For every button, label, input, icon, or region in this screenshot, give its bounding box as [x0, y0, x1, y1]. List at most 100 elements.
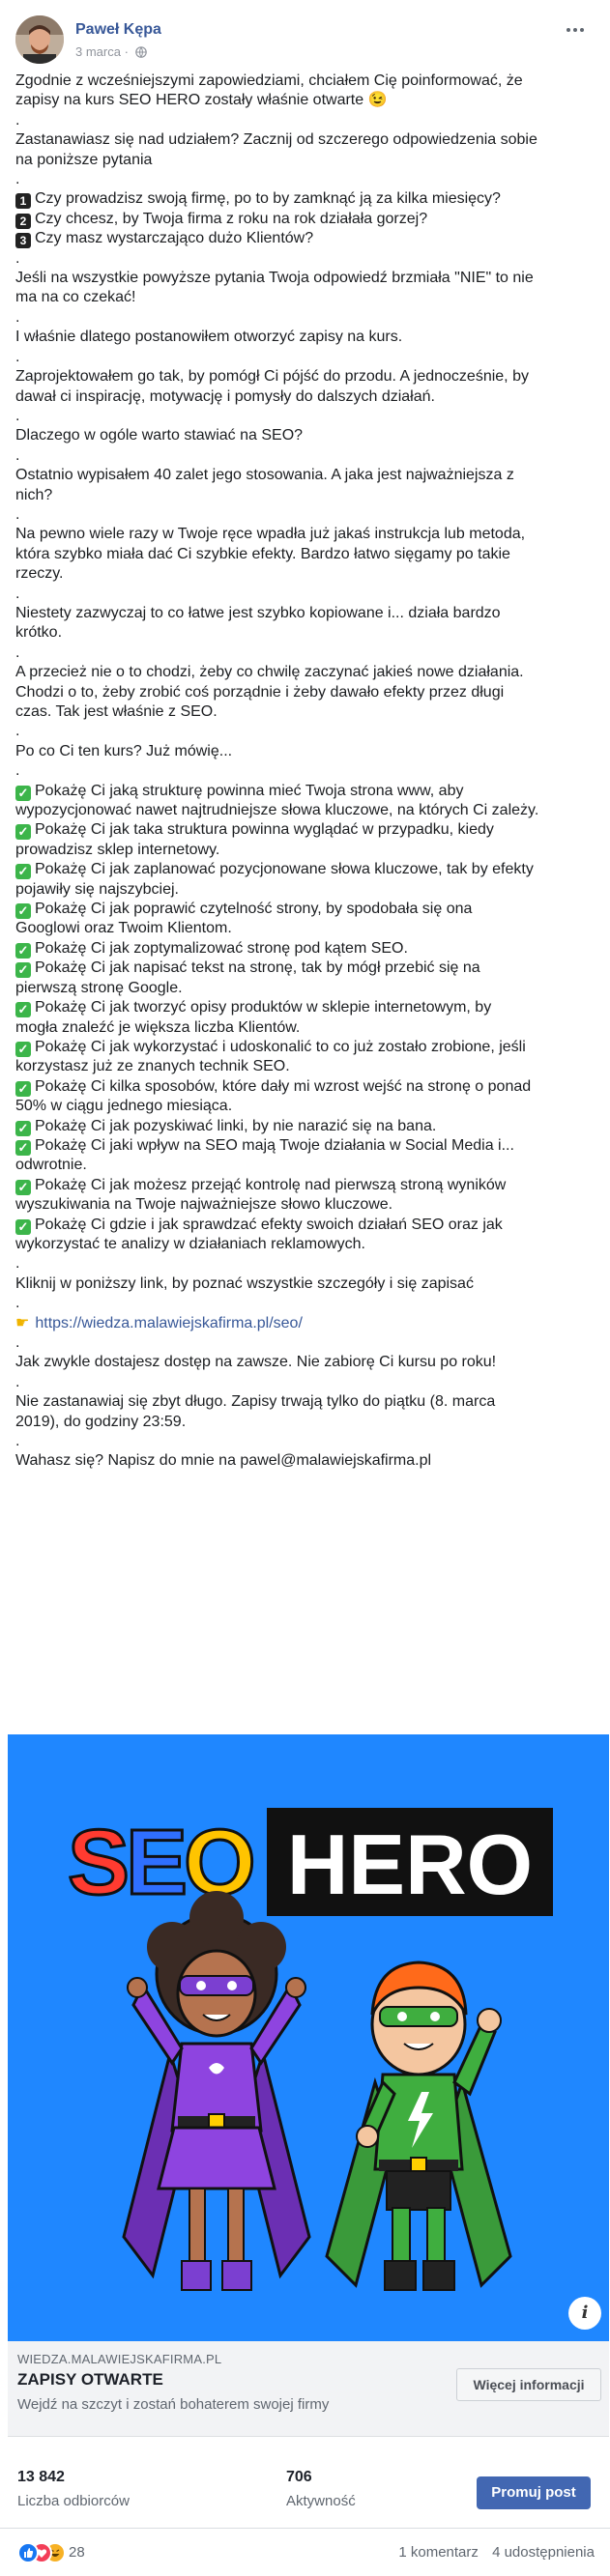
text-line: Po co Ci ten kurs? Już mówię... [15, 742, 595, 761]
checklist-item: ✓ Pokażę Ci jak tworzyć opisy produktów w… [15, 998, 595, 1018]
text-line: zapisy na kurs SEO HERO zostały właśnie … [15, 91, 595, 110]
line-text: Nie zastanawiaj się zbyt długo. Zapisy t… [15, 1393, 496, 1411]
text-line: 2019), do godziny 23:59. [15, 1413, 595, 1432]
text-line: Kliknij w poniższy link, by poznać wszys… [15, 1274, 595, 1294]
link-preview[interactable]: WIEDZA.MALAWIEJSKAFIRMA.PL ZAPISY OTWART… [8, 2341, 609, 2437]
checklist-item: ✓ Pokażę Ci jak taka struktura powinna wy… [15, 820, 595, 841]
line-text: prowadzisz sklep internetowy. [15, 841, 220, 858]
text-line: wyszukiwania na Twoje najważniejsze słow… [15, 1195, 595, 1215]
reach-value[interactable]: 13 842 [17, 2469, 65, 2486]
line-text: wykorzystać te analizy w działaniach rek… [15, 1235, 365, 1252]
comments-count[interactable]: 1 komentarz [398, 2544, 479, 2561]
check-icon: ✓ [15, 903, 31, 920]
line-text: Dlaczego w ogóle warto stawiać na SEO? [15, 427, 304, 444]
checklist-item: ✓ Pokażę Ci jaki wpływ na SEO mają Twoje … [15, 1136, 595, 1156]
engagement-value[interactable]: 706 [286, 2469, 312, 2486]
post-meta: 3 marca · [75, 44, 147, 59]
post-image[interactable]: S E O HERO i [8, 1734, 609, 2341]
post-stats: 13 842 Liczba odbiorców 706 Aktywność Pr… [0, 2437, 610, 2529]
reactions-count[interactable]: 28 [69, 2544, 85, 2561]
line-text: Pokażę Ci jak napisać tekst na stronę, t… [35, 959, 480, 977]
shares-count[interactable]: 4 udostępnienia [492, 2544, 595, 2561]
text-line: . [15, 761, 595, 781]
check-icon: ✓ [15, 1041, 31, 1057]
checklist-item: ✓ Pokażę Ci jak wykorzystać i udoskonalić… [15, 1038, 595, 1057]
info-icon[interactable]: i [568, 2297, 601, 2330]
line-text: mogła znaleźć je większa liczba Klientów… [15, 1018, 301, 1036]
line-text: . [15, 1433, 20, 1450]
line-text: Googlowi oraz Twoim Klientom. [15, 920, 232, 937]
line-text: która szybko miała dać Ci szybkie efekty… [15, 545, 510, 562]
text-line: Niestety zazwyczaj to co łatwe jest szyb… [15, 604, 595, 623]
check-icon: ✓ [15, 864, 31, 880]
facebook-post: Paweł Kępa 3 marca · Zgodnie z wcześniej… [0, 0, 610, 2576]
text-line: . [15, 1333, 595, 1353]
text-line: . [15, 407, 595, 426]
text-line: ma na co czekać! [15, 288, 595, 307]
text-line: . [15, 111, 595, 130]
text-line: . [15, 348, 595, 367]
line-text: ma na co czekać! [15, 289, 136, 306]
numbered-question: 3 Czy masz wystarczająco dużo Klientów? [15, 229, 595, 249]
preview-domain: WIEDZA.MALAWIEJSKAFIRMA.PL [17, 2352, 222, 2366]
text-line: czas. Tak jest właśnie z SEO. [15, 702, 595, 722]
text-line: na poniższe pytania [15, 151, 595, 170]
author-name[interactable]: Paweł Kępa [75, 21, 161, 39]
line-text: Zgodnie z wcześniejszymi zapowiedziami, … [15, 72, 523, 89]
line-text: . [15, 505, 20, 523]
text-line: dawał ci inspirację, motywację i pomysły… [15, 387, 595, 407]
check-icon: ✓ [15, 1179, 31, 1195]
number-3-icon: 3 [15, 233, 31, 249]
number-1-icon: 1 [15, 193, 31, 210]
text-line: prowadzisz sklep internetowy. [15, 841, 595, 860]
text-line: Zastanawiasz się nad udziałem? Zacznij o… [15, 130, 595, 150]
text-line: . [15, 644, 595, 663]
text-line: Zgodnie z wcześniejszymi zapowiedziami, … [15, 72, 595, 91]
checklist-item: ✓ Pokażę Ci jak zoptymalizować stronę pod… [15, 939, 595, 959]
line-text: . [15, 111, 20, 129]
course-link[interactable]: https://wiedza.malawiejskafirma.pl/seo/ [35, 1315, 303, 1331]
line-text: Na pewno wiele razy w Twoje ręce wpadła … [15, 526, 526, 543]
text-line: . [15, 170, 595, 189]
text-line: Zaprojektowałem go tak, by pomógł Ci pój… [15, 367, 595, 386]
globe-icon [134, 46, 147, 58]
reach-label: Liczba odbiorców [17, 2493, 130, 2509]
post-date[interactable]: 3 marca [75, 44, 121, 59]
line-text: Po co Ci ten kurs? Już mówię... [15, 742, 233, 759]
line-text: I właśnie dlatego postanowiłem otworzyć … [15, 329, 403, 346]
line-text: zapisy na kurs SEO HERO zostały właśnie … [15, 92, 388, 109]
line-text: czas. Tak jest właśnie z SEO. [15, 703, 218, 720]
text-line: wykorzystać te analizy w działaniach rek… [15, 1235, 595, 1254]
line-text: Pokażę Ci jak taka struktura powinna wyg… [35, 821, 494, 839]
boost-post-button[interactable]: Promuj post [477, 2476, 591, 2509]
avatar[interactable] [15, 15, 64, 64]
check-icon: ✓ [15, 1139, 31, 1156]
line-text: Czy masz wystarczająco dużo Klientów? [35, 230, 314, 247]
line-text: dawał ci inspirację, motywację i pomysły… [15, 387, 435, 405]
more-icon[interactable] [565, 19, 590, 39]
line-text: rzeczy. [15, 565, 64, 583]
preview-title[interactable]: ZAPISY OTWARTE [17, 2370, 163, 2390]
logo-letter-s: S [68, 1811, 130, 1914]
text-line: pierwszą stronę Google. [15, 979, 595, 998]
line-text: Pokażę Ci jak zaplanować pozycjonowane s… [35, 861, 534, 878]
line-text: Pokażę Ci jak możesz przejąć kontrolę na… [35, 1176, 507, 1193]
line-text: Chodzi o to, żeby zrobić coś porządnie i… [15, 683, 505, 701]
line-text: Pokażę Ci jak poprawić czytelność strony… [35, 901, 473, 918]
text-line: 50% w ciągu jednego miesiąca. [15, 1097, 595, 1116]
line-text: na poniższe pytania [15, 151, 153, 168]
text-line: krótko. [15, 623, 595, 643]
text-line: . [15, 1432, 595, 1451]
text-line: . [15, 308, 595, 328]
line-text: Pokażę Ci jak pozyskiwać linki, by nie n… [35, 1117, 437, 1134]
check-icon: ✓ [15, 1080, 31, 1097]
post-footer: 28 1 komentarz 4 udostępnienia [0, 2529, 610, 2576]
post-header: Paweł Kępa 3 marca · [15, 14, 595, 66]
more-info-button[interactable]: Więcej informacji [456, 2368, 601, 2401]
checklist-item: ✓ Pokażę Ci jak możesz przejąć kontrolę n… [15, 1176, 595, 1195]
line-text: nich? [15, 486, 53, 503]
checklist-item: ✓ Pokażę Ci jak napisać tekst na stronę, … [15, 959, 595, 979]
line-text: . [15, 171, 20, 188]
text-line: wypozycjonować nawet najtrudniejsze słow… [15, 801, 595, 820]
line-text: Czy prowadzisz swoją firmę, po to by zam… [35, 190, 501, 208]
